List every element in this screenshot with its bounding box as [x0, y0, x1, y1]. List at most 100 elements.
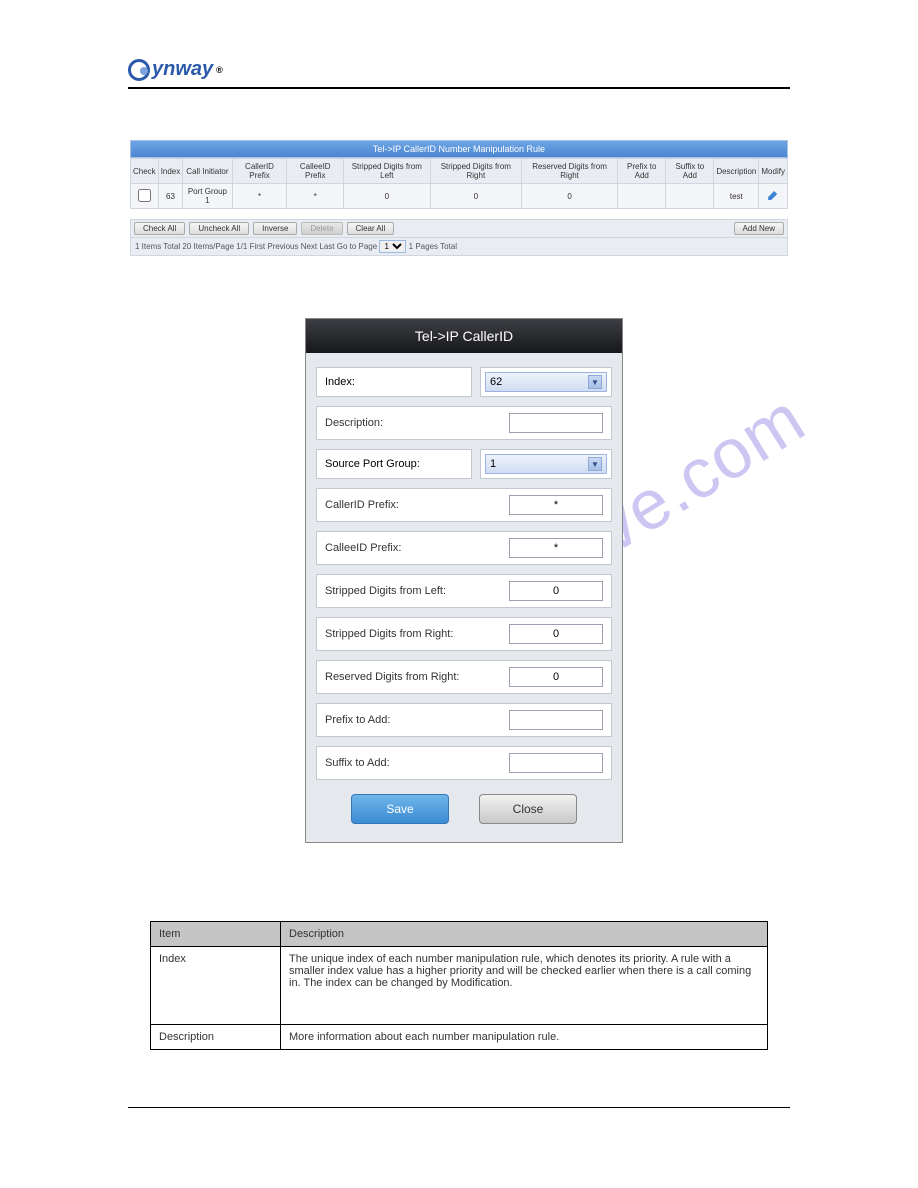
row-reserved-right: Reserved Digits from Right:: [316, 660, 612, 694]
action-bar: Check All Uncheck All Inverse Delete Cle…: [130, 219, 788, 238]
pager-text-right: 1 Pages Total: [409, 242, 457, 251]
dialog-tel-ip-callerid: Tel->IP CallerID Index: 62 ▼ Description…: [305, 318, 623, 843]
row-prefix-add: Prefix to Add:: [316, 703, 612, 737]
modify-icon[interactable]: [768, 190, 778, 200]
chevron-down-icon: ▼: [588, 457, 602, 471]
check-all-button[interactable]: Check All: [134, 222, 185, 235]
source-port-group-dropdown[interactable]: 1 ▼: [485, 454, 607, 474]
logo-text: ynway: [152, 58, 213, 81]
label-prefix-add: Prefix to Add:: [325, 714, 509, 726]
th-reserved-right: Reserved Digits from Right: [522, 159, 618, 184]
reserved-right-input[interactable]: [509, 667, 603, 687]
cell-index: 63: [158, 184, 183, 209]
label-description: Description:: [325, 417, 509, 429]
th-check: Check: [131, 159, 159, 184]
logo: ynway ®: [128, 58, 790, 81]
index-dropdown[interactable]: 62 ▼: [485, 372, 607, 392]
cell-call-initiator: Port Group 1: [183, 184, 232, 209]
calleeid-prefix-input[interactable]: [509, 538, 603, 558]
pager-bar: 1 Items Total 20 Items/Page 1/1 First Pr…: [130, 238, 788, 256]
suffix-add-input[interactable]: [509, 753, 603, 773]
page-footer: [128, 1107, 790, 1108]
cell-check[interactable]: [131, 184, 159, 209]
dialog-buttons: Save Close: [316, 794, 612, 824]
th-modify: Modify: [759, 159, 788, 184]
save-button[interactable]: Save: [351, 794, 449, 824]
th-calleeid-prefix: CalleeID Prefix: [287, 159, 344, 184]
cell-prefix-add: [618, 184, 666, 209]
pager-text-left: 1 Items Total 20 Items/Page 1/1 First Pr…: [135, 242, 377, 251]
cell-desc-description: More information about each number manip…: [281, 1025, 768, 1050]
cell-desc-index: The unique index of each number manipula…: [281, 947, 768, 1025]
cell-item-index: Index: [151, 947, 281, 1025]
th-call-initiator: Call Initiator: [183, 159, 232, 184]
stripped-left-input[interactable]: [509, 581, 603, 601]
row-calleeid-prefix: CalleeID Prefix:: [316, 531, 612, 565]
item-row-index: Index The unique index of each number ma…: [151, 947, 768, 1025]
th-stripped-left: Stripped Digits from Left: [344, 159, 431, 184]
th-prefix-add: Prefix to Add: [618, 159, 666, 184]
label-index: Index:: [316, 367, 472, 397]
rules-table: Check Index Call Initiator CallerID Pref…: [130, 158, 788, 209]
row-index: Index: 62 ▼: [316, 367, 612, 397]
cell-description: test: [714, 184, 759, 209]
description-input[interactable]: [509, 413, 603, 433]
cell-modify[interactable]: [759, 184, 788, 209]
cell-stripped-left: 0: [344, 184, 431, 209]
label-stripped-right: Stripped Digits from Right:: [325, 628, 509, 640]
th-description: Description: [281, 922, 768, 947]
page-header: ynway ®: [128, 58, 790, 89]
dialog-title: Tel->IP CallerID: [306, 319, 622, 353]
row-suffix-add: Suffix to Add:: [316, 746, 612, 780]
label-reserved-right: Reserved Digits from Right:: [325, 671, 509, 683]
logo-registered: ®: [216, 65, 223, 75]
logo-icon: [128, 59, 150, 81]
ctrl-source-port-group: 1 ▼: [480, 449, 612, 479]
cell-calleeid-prefix: *: [287, 184, 344, 209]
cell-stripped-right: 0: [430, 184, 521, 209]
cell-reserved-right: 0: [522, 184, 618, 209]
label-suffix-add: Suffix to Add:: [325, 757, 509, 769]
inverse-button[interactable]: Inverse: [253, 222, 297, 235]
cell-item-description: Description: [151, 1025, 281, 1050]
uncheck-all-button[interactable]: Uncheck All: [189, 222, 249, 235]
rules-row: 63 Port Group 1 * * 0 0 0 test: [131, 184, 788, 209]
th-stripped-right: Stripped Digits from Right: [430, 159, 521, 184]
label-source-port-group: Source Port Group:: [316, 449, 472, 479]
label-stripped-left: Stripped Digits from Left:: [325, 585, 509, 597]
row-source-port-group: Source Port Group: 1 ▼: [316, 449, 612, 479]
delete-button[interactable]: Delete: [301, 222, 342, 235]
th-item: Item: [151, 922, 281, 947]
label-callerid-prefix: CallerID Prefix:: [325, 499, 509, 511]
ctrl-index: 62 ▼: [480, 367, 612, 397]
row-stripped-left: Stripped Digits from Left:: [316, 574, 612, 608]
stripped-right-input[interactable]: [509, 624, 603, 644]
item-row-description: Description More information about each …: [151, 1025, 768, 1050]
row-description: Description:: [316, 406, 612, 440]
item-description-table: Item Description Index The unique index …: [150, 921, 768, 1050]
row-stripped-right: Stripped Digits from Right:: [316, 617, 612, 651]
chevron-down-icon: ▼: [588, 375, 602, 389]
clear-all-button[interactable]: Clear All: [347, 222, 395, 235]
prefix-add-input[interactable]: [509, 710, 603, 730]
callerid-prefix-input[interactable]: [509, 495, 603, 515]
dialog-body: Index: 62 ▼ Description: Source Port Gro…: [306, 353, 622, 842]
add-new-button[interactable]: Add New: [734, 222, 784, 235]
th-description: Description: [714, 159, 759, 184]
pager-page-select[interactable]: 1: [379, 240, 406, 253]
rules-table-title: Tel->IP CallerID Number Manipulation Rul…: [130, 140, 788, 158]
th-index: Index: [158, 159, 183, 184]
th-suffix-add: Suffix to Add: [666, 159, 714, 184]
rules-table-area: Tel->IP CallerID Number Manipulation Rul…: [130, 140, 788, 256]
th-callerid-prefix: CallerID Prefix: [232, 159, 287, 184]
cell-suffix-add: [666, 184, 714, 209]
index-value: 62: [490, 376, 502, 388]
cell-callerid-prefix: *: [232, 184, 287, 209]
source-port-group-value: 1: [490, 458, 496, 470]
label-calleeid-prefix: CalleeID Prefix:: [325, 542, 509, 554]
item-description-table-wrap: Item Description Index The unique index …: [150, 921, 768, 1050]
close-button[interactable]: Close: [479, 794, 577, 824]
item-table-header-row: Item Description: [151, 922, 768, 947]
row-callerid-prefix: CallerID Prefix:: [316, 488, 612, 522]
row-checkbox[interactable]: [138, 189, 151, 202]
